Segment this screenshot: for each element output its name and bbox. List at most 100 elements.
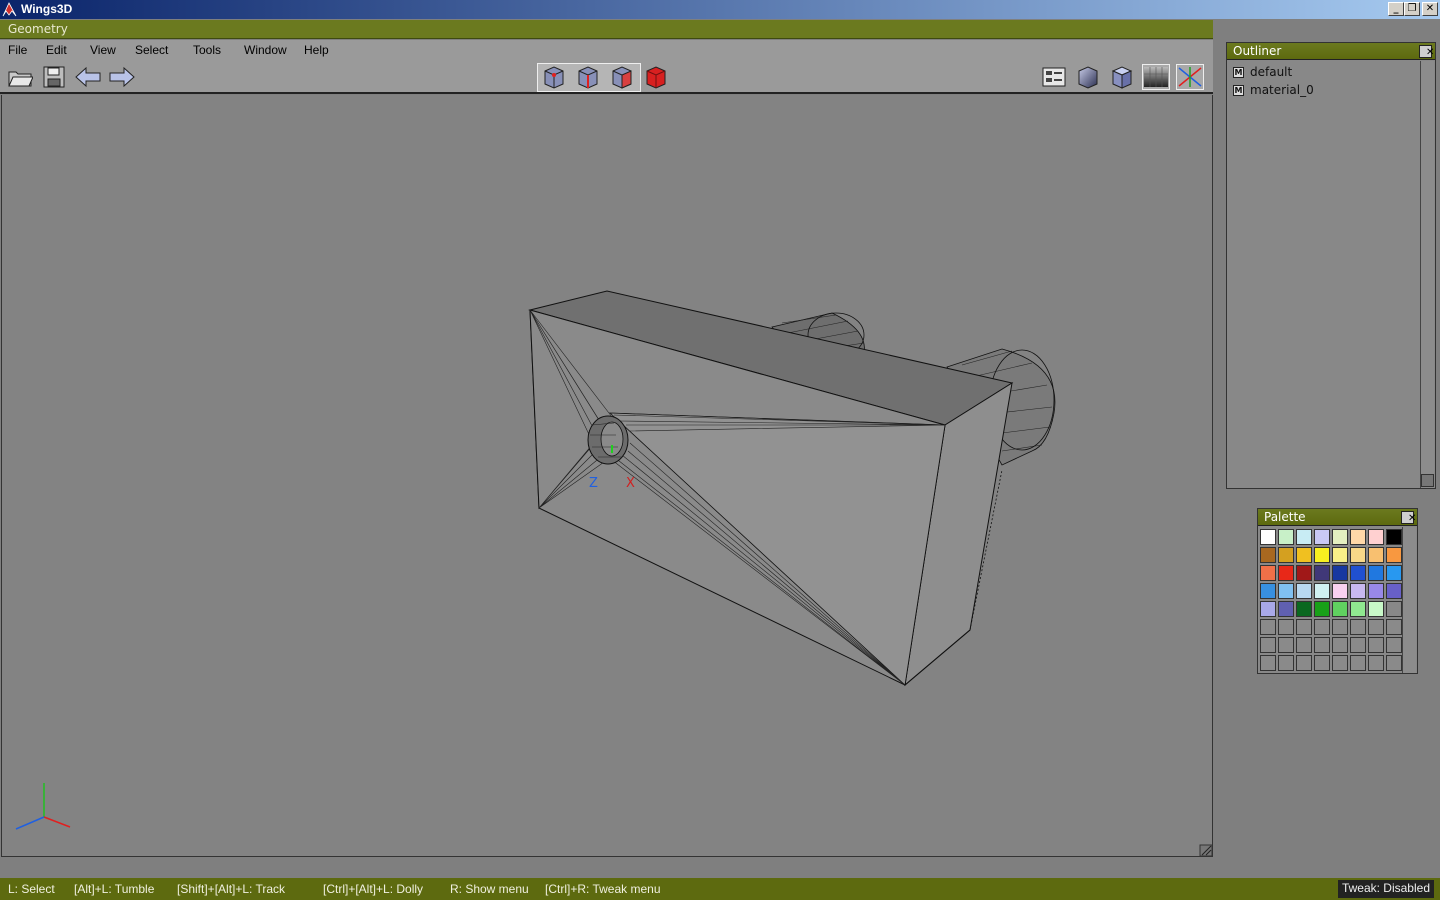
palette-swatch[interactable] (1386, 637, 1402, 653)
palette-swatch[interactable] (1314, 655, 1330, 671)
palette-swatch[interactable] (1314, 601, 1330, 617)
palette-swatch[interactable] (1350, 583, 1366, 599)
viewport-resize-handle[interactable] (1199, 844, 1213, 857)
edge-mode-button[interactable] (574, 64, 602, 90)
palette-swatch[interactable] (1314, 637, 1330, 653)
palette-swatch[interactable] (1296, 655, 1312, 671)
face-mode-button[interactable] (608, 64, 636, 90)
palette-swatch[interactable] (1386, 655, 1402, 671)
axes-button[interactable] (1176, 64, 1204, 90)
palette-swatch[interactable] (1314, 619, 1330, 635)
outliner-item-default[interactable]: M default (1233, 65, 1292, 79)
palette-swatch[interactable] (1332, 565, 1348, 581)
palette-swatch[interactable] (1368, 529, 1384, 545)
palette-swatch[interactable] (1296, 583, 1312, 599)
palette-swatch[interactable] (1350, 655, 1366, 671)
palette-swatch[interactable] (1368, 565, 1384, 581)
palette-swatch[interactable] (1296, 565, 1312, 581)
close-window-button[interactable]: ✕ (1422, 2, 1438, 16)
outliner-scrollbar[interactable] (1420, 61, 1434, 488)
palette-swatch[interactable] (1278, 619, 1294, 635)
palette-swatch[interactable] (1278, 583, 1294, 599)
palette-swatch[interactable] (1368, 547, 1384, 563)
palette-swatch[interactable] (1278, 601, 1294, 617)
palette-swatch[interactable] (1386, 619, 1402, 635)
palette-swatch[interactable] (1350, 565, 1366, 581)
flat-shade-button[interactable] (1108, 64, 1136, 90)
smooth-shade-button[interactable] (1074, 64, 1102, 90)
tweak-status[interactable]: Tweak: Disabled (1337, 880, 1434, 898)
palette-swatch[interactable] (1332, 547, 1348, 563)
menu-view[interactable]: View (90, 43, 116, 57)
palette-swatch[interactable] (1278, 529, 1294, 545)
palette-swatch[interactable] (1296, 601, 1312, 617)
palette-swatch[interactable] (1278, 547, 1294, 563)
palette-swatch[interactable] (1278, 565, 1294, 581)
outliner-close-button[interactable]: ✕ (1419, 45, 1434, 58)
palette-swatch[interactable] (1260, 565, 1276, 581)
palette-swatch[interactable] (1386, 565, 1402, 581)
palette-swatch[interactable] (1368, 619, 1384, 635)
palette-swatch[interactable] (1260, 583, 1276, 599)
palette-swatch[interactable] (1314, 529, 1330, 545)
palette-swatch[interactable] (1332, 583, 1348, 599)
geometry-titlebar[interactable]: Geometry (0, 20, 1213, 39)
palette-swatch[interactable] (1296, 637, 1312, 653)
palette-swatch[interactable] (1332, 619, 1348, 635)
palette-swatch[interactable] (1350, 601, 1366, 617)
palette-swatch[interactable] (1368, 637, 1384, 653)
palette-swatch[interactable] (1296, 547, 1312, 563)
palette-swatch[interactable] (1350, 637, 1366, 653)
palette-swatch[interactable] (1278, 637, 1294, 653)
palette-swatch[interactable] (1386, 547, 1402, 563)
menu-tools[interactable]: Tools (193, 43, 221, 57)
palette-swatch[interactable] (1332, 529, 1348, 545)
palette-swatch[interactable] (1386, 583, 1402, 599)
palette-swatch[interactable] (1368, 655, 1384, 671)
palette-swatch[interactable] (1332, 637, 1348, 653)
palette-swatch[interactable] (1314, 547, 1330, 563)
outliner-titlebar[interactable]: Outliner ✕ (1227, 43, 1435, 60)
palette-swatch[interactable] (1314, 565, 1330, 581)
palette-swatch[interactable] (1260, 547, 1276, 563)
outliner-item-material-0[interactable]: M material_0 (1233, 83, 1314, 97)
save-button[interactable] (40, 64, 68, 90)
palette-swatch[interactable] (1332, 655, 1348, 671)
body-mode-button[interactable] (642, 64, 670, 90)
ground-grid-button[interactable] (1142, 64, 1170, 90)
palette-swatch[interactable] (1260, 637, 1276, 653)
palette-swatch[interactable] (1260, 655, 1276, 671)
palette-swatch[interactable] (1386, 601, 1402, 617)
palette-swatch[interactable] (1296, 529, 1312, 545)
menu-window[interactable]: Window (244, 43, 287, 57)
undo-button[interactable] (74, 64, 102, 90)
palette-swatch[interactable] (1278, 655, 1294, 671)
palette-swatch[interactable] (1314, 583, 1330, 599)
view-options-button[interactable] (1040, 64, 1068, 90)
palette-titlebar[interactable]: Palette ✕ (1258, 509, 1417, 526)
menu-select[interactable]: Select (135, 43, 168, 57)
menu-edit[interactable]: Edit (46, 43, 67, 57)
palette-swatch[interactable] (1296, 619, 1312, 635)
minimize-button[interactable]: _ (1388, 2, 1404, 16)
open-button[interactable] (6, 64, 34, 90)
palette-swatch[interactable] (1368, 601, 1384, 617)
geometry-viewport[interactable]: Z X (1, 95, 1213, 857)
menu-help[interactable]: Help (304, 43, 329, 57)
redo-button[interactable] (108, 64, 136, 90)
palette-swatch[interactable] (1368, 583, 1384, 599)
palette-swatch[interactable] (1350, 619, 1366, 635)
maximize-button[interactable]: ❐ (1404, 2, 1420, 16)
palette-swatch[interactable] (1350, 547, 1366, 563)
palette-swatch[interactable] (1332, 601, 1348, 617)
outliner-resize-handle[interactable] (1421, 474, 1434, 487)
menu-file[interactable]: File (8, 43, 27, 57)
palette-scrollbar[interactable] (1402, 527, 1416, 673)
palette-swatch[interactable] (1260, 619, 1276, 635)
vertex-mode-button[interactable] (540, 64, 568, 90)
palette-close-button[interactable]: ✕ (1401, 511, 1416, 524)
palette-swatch[interactable] (1260, 601, 1276, 617)
palette-swatch[interactable] (1386, 529, 1402, 545)
palette-swatch[interactable] (1350, 529, 1366, 545)
palette-swatch[interactable] (1260, 529, 1276, 545)
